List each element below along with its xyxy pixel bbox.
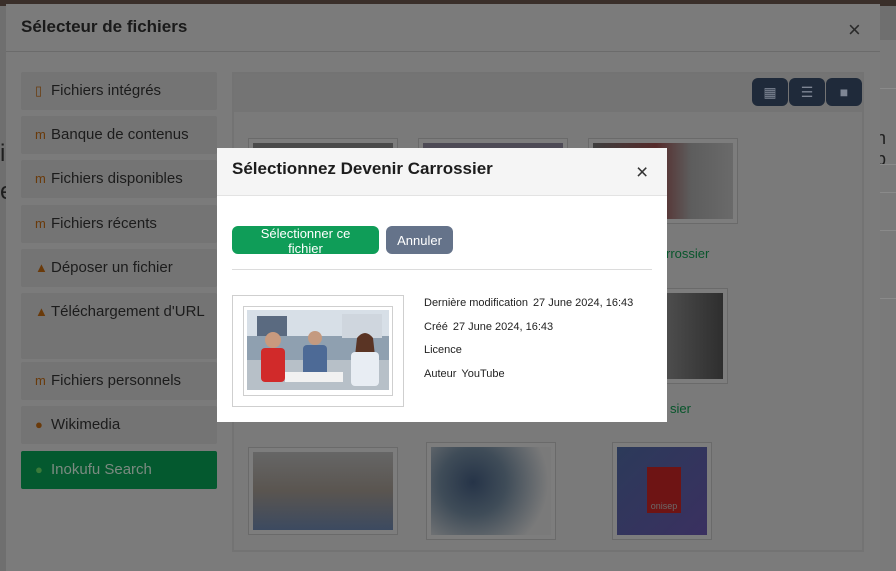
download-url-icon: ▲ bbox=[35, 304, 48, 319]
sidebar-item-label: Fichiers récents bbox=[51, 215, 157, 232]
thumbnail-image bbox=[431, 447, 551, 535]
modal-divider bbox=[232, 269, 652, 270]
background-page-right: n b bbox=[876, 40, 896, 571]
sidebar-item-label: Inokufu Search bbox=[51, 461, 152, 478]
moodle-icon: m bbox=[35, 216, 46, 231]
meta-value: YouTube bbox=[461, 368, 505, 380]
file-picker-close-button[interactable]: × bbox=[848, 19, 861, 41]
thumbnail-image: onisep bbox=[617, 447, 707, 535]
thumbnail-image bbox=[253, 452, 393, 530]
sidebar-item-recent-files[interactable]: m Fichiers récents bbox=[21, 205, 217, 243]
meta-license: Licence bbox=[424, 344, 462, 356]
meta-author: Auteur YouTube bbox=[424, 368, 505, 380]
sidebar-item-label: Fichiers disponibles bbox=[51, 170, 183, 187]
meta-value: 27 June 2024, 16:43 bbox=[452, 321, 554, 333]
sidebar-item-upload-file[interactable]: ▲ Déposer un fichier bbox=[21, 249, 217, 287]
meta-modified: Dernière modification 27 June 2024, 16:43 bbox=[424, 297, 633, 309]
moodle-icon: m bbox=[35, 127, 46, 142]
file-embedded-icon: ▯ bbox=[35, 83, 43, 98]
meta-label: Dernière modification bbox=[424, 297, 528, 309]
file-browser-toolbar: ▦ ☰ ■ bbox=[234, 74, 862, 112]
grid-view-icon[interactable]: ▦ bbox=[752, 78, 788, 106]
cancel-button[interactable]: Annuler bbox=[386, 226, 453, 254]
inokufu-icon: ● bbox=[35, 462, 43, 477]
sidebar-item-url-download[interactable]: ▲ Téléchargement d'URL bbox=[21, 293, 217, 359]
file-picker-title: Sélecteur de fichiers bbox=[21, 17, 188, 36]
sidebar-item-wikimedia[interactable]: ● Wikimedia bbox=[21, 406, 217, 444]
moodle-icon: m bbox=[35, 373, 46, 388]
modal-title: Sélectionnez Devenir Carrossier bbox=[232, 159, 493, 178]
modal-header: Sélectionnez Devenir Carrossier × bbox=[217, 148, 667, 196]
sidebar-item-label: Wikimedia bbox=[51, 416, 121, 433]
select-file-modal: Sélectionnez Devenir Carrossier × Sélect… bbox=[217, 148, 667, 422]
modal-close-button[interactable]: × bbox=[636, 162, 648, 183]
sidebar-item-label: Fichiers personnels bbox=[51, 372, 182, 389]
meta-label: Auteur bbox=[424, 368, 457, 380]
sidebar-item-private-files[interactable]: m Fichiers personnels bbox=[21, 362, 217, 400]
upload-icon: ▲ bbox=[35, 260, 48, 275]
select-file-button[interactable]: Sélectionner ce fichier bbox=[232, 226, 379, 256]
file-thumbnail[interactable] bbox=[426, 442, 556, 540]
list-view-icon[interactable]: ☰ bbox=[789, 78, 825, 106]
sidebar-item-available-files[interactable]: m Fichiers disponibles bbox=[21, 160, 217, 198]
moodle-icon: m bbox=[35, 171, 46, 186]
sidebar-item-label: Fichiers intégrés bbox=[51, 82, 162, 99]
sidebar-item-embedded-files[interactable]: ▯ Fichiers intégrés bbox=[21, 72, 217, 110]
sidebar-item-content-bank[interactable]: m Banque de contenus bbox=[21, 116, 217, 154]
sidebar-item-inokufu-search[interactable]: ● Inokufu Search bbox=[21, 451, 217, 489]
sidebar-item-label: Banque de contenus bbox=[51, 126, 189, 143]
thumbnail-label[interactable]: rrossier bbox=[666, 246, 709, 261]
file-picker-header: Sélecteur de fichiers × bbox=[6, 4, 880, 52]
file-thumbnail[interactable] bbox=[248, 447, 398, 535]
thumbnail-label[interactable]: sier bbox=[670, 401, 691, 416]
wikimedia-icon: ● bbox=[35, 417, 43, 432]
preview-frame bbox=[243, 306, 393, 396]
meta-label: Licence bbox=[424, 344, 462, 356]
sidebar-item-label: Déposer un fichier bbox=[51, 259, 173, 276]
meta-label: Créé bbox=[424, 321, 448, 333]
folder-view-icon[interactable]: ■ bbox=[826, 78, 862, 106]
file-thumbnail[interactable]: onisep bbox=[612, 442, 712, 540]
sidebar-item-label: Téléchargement d'URL bbox=[51, 303, 205, 320]
meta-created: Créé 27 June 2024, 16:43 bbox=[424, 321, 553, 333]
background-text-fragment: i bbox=[0, 140, 6, 167]
onisep-logo: onisep bbox=[647, 467, 681, 513]
preview-image bbox=[247, 310, 389, 390]
meta-value: 27 June 2024, 16:43 bbox=[532, 297, 634, 309]
file-preview bbox=[232, 295, 404, 407]
